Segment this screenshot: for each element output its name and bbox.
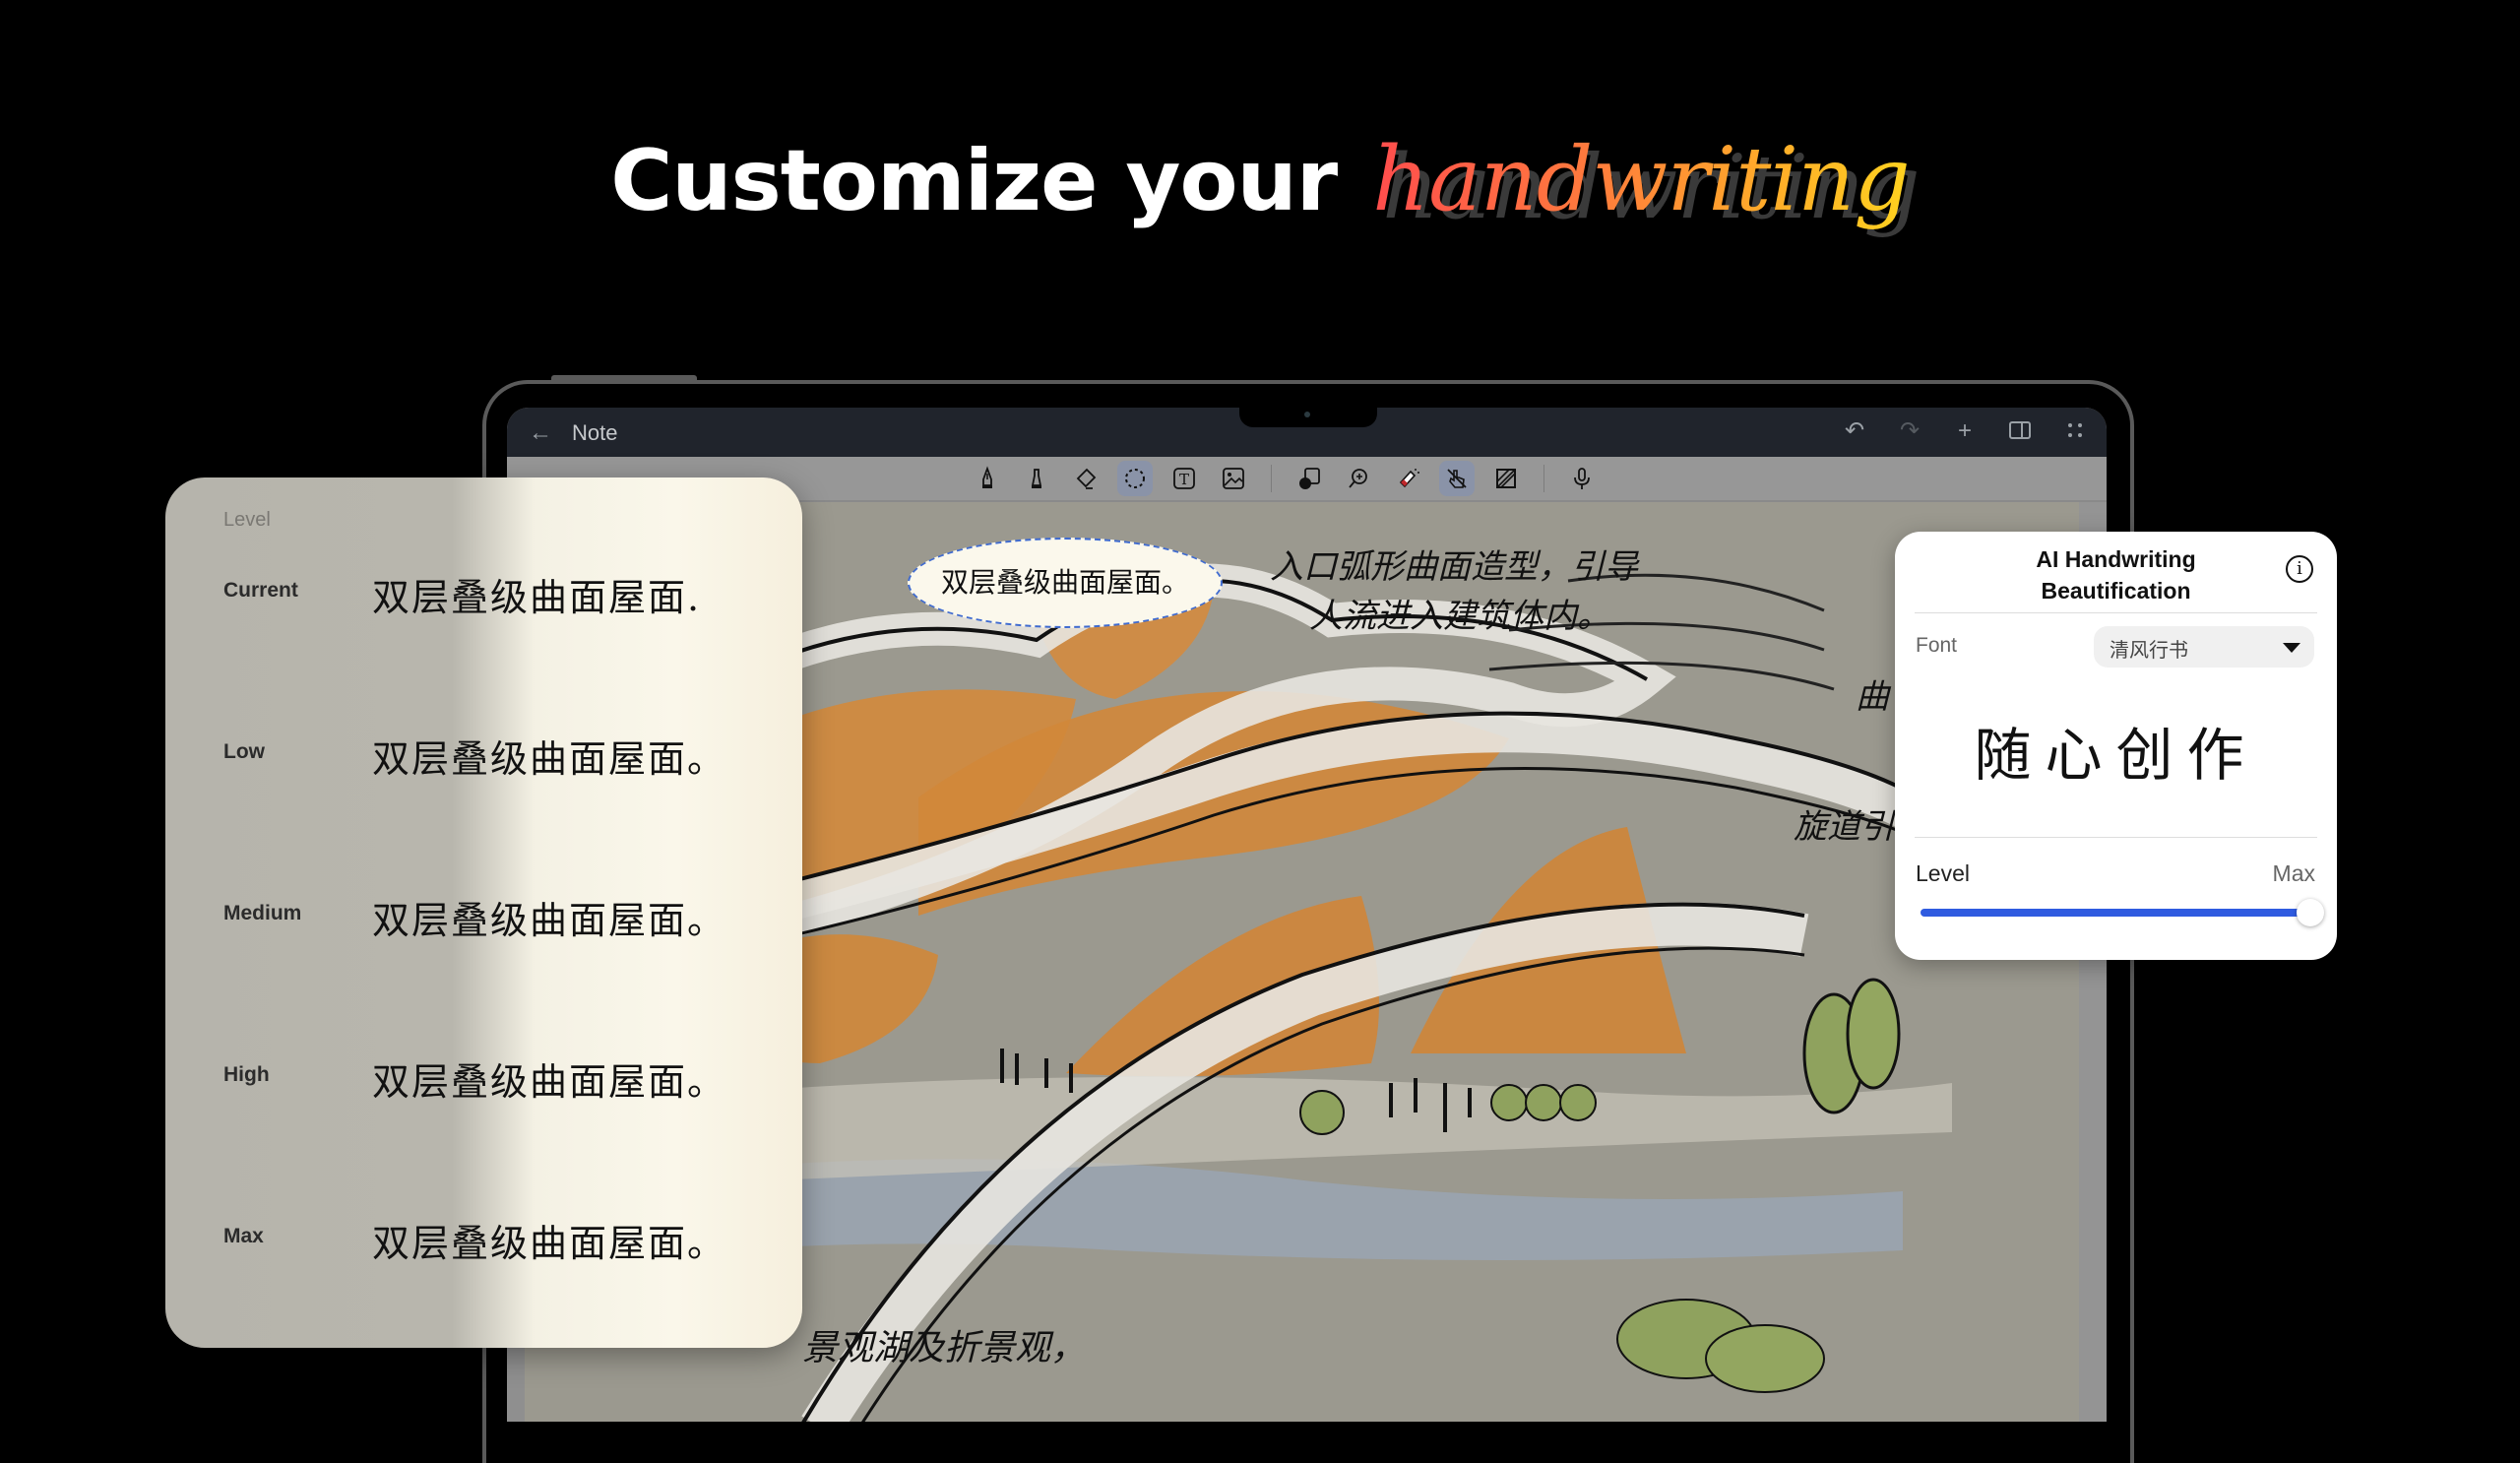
level-slider-label: Level — [1916, 860, 1970, 886]
fountain-pen-icon[interactable] — [970, 461, 1005, 496]
level-row-high: High 双层叠级曲面屋面。 — [165, 1046, 802, 1105]
eraser-icon[interactable] — [1068, 461, 1103, 496]
app-title: Note — [572, 420, 618, 445]
image-icon[interactable] — [1216, 461, 1251, 496]
level-row-medium: Medium 双层叠级曲面屋面。 — [165, 884, 802, 943]
microphone-icon[interactable] — [1564, 461, 1600, 496]
annotation-landscape: 景观湖及折景观， — [802, 1328, 1087, 1368]
annotation-ramp: 旋道引 — [1794, 807, 1894, 847]
level-slider[interactable] — [1921, 899, 2324, 926]
level-sample: 双层叠级曲面屋面. — [372, 576, 702, 619]
camera-notch — [1239, 408, 1377, 427]
arrow-left-icon[interactable]: ← — [529, 419, 552, 447]
lasso-select-icon[interactable] — [1117, 461, 1153, 496]
level-slider-value: Max — [2272, 860, 2315, 886]
app-top-bar: ← Note ↶ ↷ + — [507, 408, 2107, 457]
divider — [1915, 837, 2317, 838]
finger-draw-off-icon[interactable] — [1439, 461, 1475, 496]
hatch-pattern-icon[interactable] — [1488, 461, 1524, 496]
level-label: Low — [223, 740, 265, 763]
level-sample: 双层叠级曲面屋面。 — [372, 1222, 727, 1265]
headline-script: handwritinghandwriting — [1372, 128, 1921, 239]
font-preview: 随心创作 — [1974, 722, 2258, 789]
ai-panel-title: AI Handwriting Beautification — [1895, 543, 2337, 606]
font-label: Font — [1916, 634, 1958, 657]
headline-script-text: handwriting — [1372, 128, 1911, 231]
headline-plain: Customize your — [610, 132, 1338, 230]
laser-pointer-icon[interactable] — [1390, 461, 1425, 496]
level-row-low: Low 双层叠级曲面屋面。 — [165, 723, 802, 782]
top-actions: ↶ ↷ + — [1841, 417, 2089, 445]
selected-handwriting-text: 双层叠级曲面屋面。 — [940, 566, 1189, 599]
headline: Customize your handwritinghandwriting — [0, 128, 2520, 239]
zoom-in-icon[interactable] — [1341, 461, 1376, 496]
camera-icon — [1304, 412, 1310, 417]
annotation-entrance-line2: 人流进入建筑体内。 — [1309, 597, 1610, 636]
selected-handwriting[interactable]: 双层叠级曲面屋面。 — [908, 538, 1223, 628]
level-sample: 双层叠级曲面屋面。 — [372, 737, 727, 781]
level-sample: 双层叠级曲面屋面。 — [372, 1060, 727, 1104]
panel-icon[interactable] — [2006, 417, 2034, 445]
svg-text:T: T — [1179, 471, 1189, 488]
level-label: Max — [223, 1225, 264, 1247]
level-comparison-panel: Level Current 双层叠级曲面屋面. Low 双层叠级曲面屋面。 Me… — [165, 477, 802, 1348]
level-panel-header: Level — [223, 509, 271, 531]
font-select-value: 清风行书 — [2110, 638, 2188, 662]
dots-grid-icon[interactable] — [2061, 417, 2089, 445]
annotation-entrance-line1: 入口弧形曲面造型，引导 — [1270, 547, 1638, 587]
level-row-current: Current 双层叠级曲面屋面. — [165, 561, 802, 620]
divider — [1915, 612, 2317, 613]
ai-handwriting-panel: AI Handwriting Beautification i Font 清风行… — [1895, 532, 2337, 960]
toolbar-separator — [1271, 465, 1272, 492]
font-select[interactable]: 清风行书 — [2094, 626, 2314, 668]
level-sample: 双层叠级曲面屋面。 — [372, 899, 727, 942]
ai-panel-title-line1: AI Handwriting — [2036, 546, 2196, 572]
level-label: Current — [223, 579, 298, 602]
text-box-icon[interactable]: T — [1166, 461, 1202, 496]
level-row-max: Max 双层叠级曲面屋面。 — [165, 1207, 802, 1266]
shape-icon[interactable] — [1292, 461, 1327, 496]
info-icon[interactable]: i — [2286, 555, 2313, 583]
level-label: Medium — [223, 902, 302, 924]
caret-down-icon — [2283, 643, 2300, 653]
marker-icon[interactable] — [1019, 461, 1054, 496]
ai-panel-title-line2: Beautification — [2041, 578, 2191, 604]
plus-icon[interactable]: + — [1951, 417, 1979, 445]
undo-icon[interactable]: ↶ — [1841, 417, 1868, 445]
redo-icon[interactable]: ↷ — [1896, 417, 1923, 445]
annotation-curve: 曲 — [1856, 677, 1889, 717]
level-label: High — [223, 1063, 270, 1086]
level-slider-fill — [1921, 909, 2310, 917]
level-slider-thumb[interactable] — [2297, 899, 2324, 926]
